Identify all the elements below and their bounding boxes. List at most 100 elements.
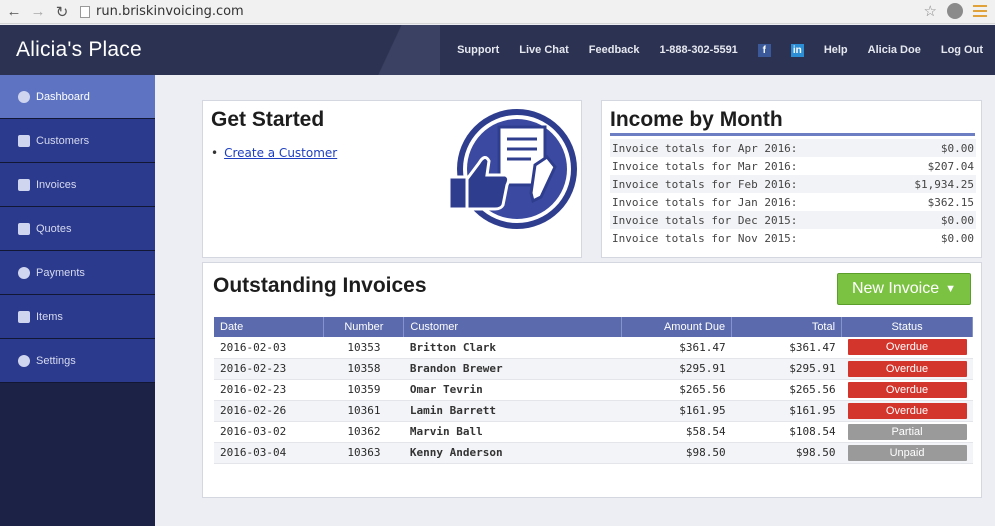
- logout-link[interactable]: Log Out: [941, 44, 983, 56]
- sidebar-item-dashboard[interactable]: Dashboard: [0, 75, 155, 119]
- cell-customer: Marvin Ball: [403, 421, 622, 443]
- extension-icon[interactable]: [947, 3, 963, 19]
- cell-total: $108.54: [731, 421, 842, 443]
- user-menu[interactable]: Alicia Doe: [868, 44, 921, 56]
- income-row: Invoice totals for Jan 2016: $362.15: [610, 193, 976, 211]
- support-link[interactable]: Support: [457, 44, 499, 56]
- income-row: Invoice totals for Dec 2015: $0.00: [610, 211, 976, 229]
- income-list: Invoice totals for Apr 2016: $0.00 Invoic…: [610, 139, 976, 247]
- create-customer-link[interactable]: Create a Customer: [224, 146, 337, 160]
- cell-amount-due: $361.47: [621, 337, 732, 359]
- cell-amount-due: $161.95: [621, 400, 732, 422]
- status-badge: Unpaid: [847, 444, 967, 461]
- outstanding-invoices-panel: Outstanding Invoices New Invoice ▼ Date …: [202, 262, 982, 498]
- income-label: Invoice totals for Jan 2016:: [612, 195, 798, 209]
- sidebar-item-label: Payments: [36, 266, 85, 279]
- status-badge: Overdue: [847, 402, 967, 419]
- sidebar-item-settings[interactable]: Settings: [0, 339, 155, 383]
- sidebar-item-items[interactable]: Items: [0, 295, 155, 339]
- income-row: Invoice totals for Mar 2016: $207.04: [610, 157, 976, 175]
- cell-customer: Britton Clark: [403, 337, 622, 359]
- get-started-title: Get Started: [211, 108, 325, 131]
- income-value: $207.04: [927, 159, 974, 173]
- cell-total: $265.56: [731, 379, 842, 401]
- table-row[interactable]: 2016-02-23 10359 Omar Tevrin $265.56 $26…: [214, 379, 973, 401]
- linkedin-icon[interactable]: in: [790, 43, 804, 57]
- cell-date: 2016-03-04: [214, 442, 324, 464]
- income-label: Invoice totals for Feb 2016:: [612, 177, 798, 191]
- cell-status: Overdue: [841, 400, 973, 422]
- column-header-number[interactable]: Number: [323, 317, 405, 337]
- income-label: Invoice totals for Nov 2015:: [612, 231, 798, 245]
- brand-title: Alicia's Place: [16, 38, 142, 61]
- sidebar-item-invoices[interactable]: Invoices: [0, 163, 155, 207]
- facebook-icon[interactable]: f: [757, 43, 771, 57]
- back-icon[interactable]: ←: [4, 2, 24, 22]
- cell-total: $295.91: [731, 358, 842, 380]
- sidebar-item-customers[interactable]: Customers: [0, 119, 155, 163]
- income-value: $1,934.25: [914, 177, 974, 191]
- address-bar[interactable]: run.briskinvoicing.com: [80, 4, 244, 19]
- live-chat-link[interactable]: Live Chat: [519, 44, 569, 56]
- cell-amount-due: $98.50: [621, 442, 732, 464]
- status-badge: Overdue: [847, 381, 967, 398]
- column-header-date[interactable]: Date: [214, 317, 325, 337]
- cell-number: 10353: [323, 337, 404, 359]
- browser-menu-icon[interactable]: [973, 5, 987, 17]
- table-row[interactable]: 2016-02-03 10353 Britton Clark $361.47 $…: [214, 337, 973, 359]
- cell-customer: Brandon Brewer: [403, 358, 622, 380]
- new-invoice-button[interactable]: New Invoice ▼: [837, 273, 971, 305]
- cell-amount-due: $295.91: [621, 358, 732, 380]
- cell-number: 10363: [323, 442, 404, 464]
- cell-status: Overdue: [841, 337, 973, 359]
- header-decoration: [350, 25, 440, 75]
- income-value: $0.00: [940, 213, 974, 227]
- income-row: Invoice totals for Feb 2016: $1,934.25: [610, 175, 976, 193]
- divider: [610, 133, 975, 136]
- cell-total: $161.95: [731, 400, 842, 422]
- table-row[interactable]: 2016-02-26 10361 Lamin Barrett $161.95 $…: [214, 400, 973, 422]
- cell-amount-due: $58.54: [621, 421, 732, 443]
- table-row[interactable]: 2016-02-23 10358 Brandon Brewer $295.91 …: [214, 358, 973, 380]
- sidebar-item-label: Settings: [36, 354, 76, 367]
- invoices-table: Date Number Customer Amount Due Total St…: [214, 317, 973, 464]
- cell-date: 2016-02-26: [214, 400, 324, 422]
- sidebar-item-label: Dashboard: [36, 90, 90, 103]
- feedback-link[interactable]: Feedback: [589, 44, 640, 56]
- forward-icon[interactable]: →: [28, 2, 48, 22]
- table-row[interactable]: 2016-03-02 10362 Marvin Ball $58.54 $108…: [214, 421, 973, 443]
- income-label: Invoice totals for Apr 2016:: [612, 141, 798, 155]
- cell-status: Overdue: [841, 379, 973, 401]
- income-row: Invoice totals for Nov 2015: $0.00: [610, 229, 976, 247]
- income-value: $362.15: [927, 195, 974, 209]
- column-header-amount-due[interactable]: Amount Due: [621, 317, 733, 337]
- quotes-icon: [18, 222, 30, 235]
- get-started-panel: Get Started • Create a Customer: [202, 100, 582, 258]
- phone-number: 1-888-302-5591: [659, 44, 738, 56]
- cell-date: 2016-02-23: [214, 379, 324, 401]
- income-value: $0.00: [940, 141, 974, 155]
- cell-status: Overdue: [841, 358, 973, 380]
- invoices-icon: [18, 178, 30, 191]
- column-header-status[interactable]: Status: [841, 317, 973, 337]
- page-icon: [80, 5, 90, 18]
- income-by-month-panel: Income by Month Invoice totals for Apr 2…: [601, 100, 982, 258]
- cell-number: 10361: [323, 400, 404, 422]
- cell-status: Unpaid: [841, 442, 973, 464]
- table-row[interactable]: 2016-03-04 10363 Kenny Anderson $98.50 $…: [214, 442, 973, 464]
- cell-customer: Omar Tevrin: [403, 379, 622, 401]
- column-header-total[interactable]: Total: [731, 317, 843, 337]
- sidebar-item-quotes[interactable]: Quotes: [0, 207, 155, 251]
- dashboard-icon: [18, 90, 30, 103]
- cell-number: 10359: [323, 379, 404, 401]
- reload-icon[interactable]: ↻: [52, 2, 72, 22]
- chevron-down-icon: ▼: [945, 283, 957, 295]
- sidebar-item-payments[interactable]: Payments: [0, 251, 155, 295]
- income-title: Income by Month: [610, 108, 783, 131]
- help-link[interactable]: Help: [824, 44, 848, 56]
- cell-status: Partial: [841, 421, 973, 443]
- new-invoice-label: New Invoice: [851, 280, 940, 297]
- column-header-customer[interactable]: Customer: [403, 317, 623, 337]
- bookmark-star-icon[interactable]: ☆: [924, 2, 937, 20]
- income-value: $0.00: [940, 231, 974, 245]
